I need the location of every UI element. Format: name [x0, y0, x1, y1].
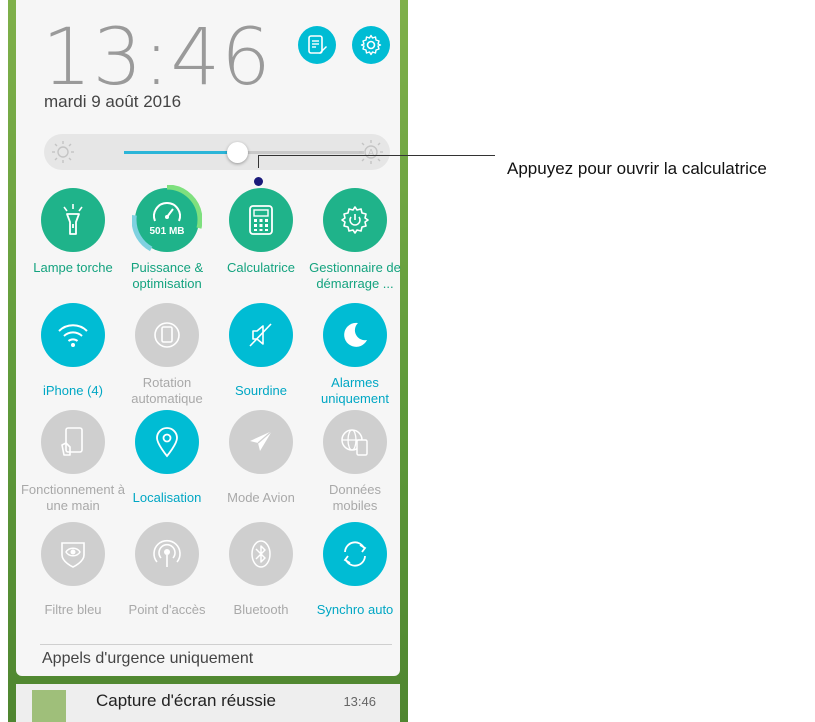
settings-gear-icon — [360, 34, 382, 56]
quick-settings-panel: 13:46 mardi 9 août 2016 A Lampe torche 5… — [16, 0, 402, 676]
brightness-fill — [124, 151, 237, 154]
tile-power-optimization[interactable]: 501 MB Puissance & optimisation — [120, 185, 214, 292]
callout-dot — [254, 177, 263, 186]
tile-circle — [323, 410, 387, 474]
tile-one-hand[interactable]: Fonctionnement à une main — [21, 410, 125, 514]
tile-circle — [41, 410, 105, 474]
tile-wifi[interactable]: iPhone (4) — [26, 303, 120, 399]
eye-shield-icon — [61, 542, 85, 568]
tile-circle — [323, 188, 387, 252]
brightness-track[interactable] — [124, 142, 364, 163]
tile-mobile-data[interactable]: Données mobiles — [308, 410, 402, 514]
globe-phone-icon — [341, 429, 368, 456]
tile-circle — [229, 188, 293, 252]
calculator-icon — [249, 205, 273, 235]
tile-label: Alarmes uniquement — [321, 375, 389, 406]
tile-label: Données mobiles — [328, 482, 382, 513]
tile-circle — [135, 522, 199, 586]
tile-startup-manager[interactable]: Gestionnaire de démarrage ... — [308, 188, 402, 292]
moon-icon — [344, 322, 367, 347]
tile-circle — [229, 303, 293, 367]
tile-label: Sourdine — [234, 383, 288, 398]
sun-icon — [50, 139, 76, 165]
tile-label: iPhone (4) — [43, 383, 103, 398]
tile-label: Synchro auto — [316, 602, 394, 617]
edit-button[interactable] — [298, 26, 336, 64]
tile-circle — [41, 188, 105, 252]
tile-label: Point d'accès — [128, 602, 206, 617]
divider — [40, 644, 392, 645]
tile-mute[interactable]: Sourdine — [214, 303, 308, 399]
tile-blue-filter[interactable]: Filtre bleu — [26, 522, 120, 618]
rotation-icon — [154, 322, 180, 348]
tile-circle — [41, 522, 105, 586]
tile-airplane-mode[interactable]: Mode Avion — [214, 410, 308, 506]
tile-label: Localisation — [132, 490, 202, 505]
brightness-knob[interactable] — [226, 142, 248, 163]
flashlight-icon — [63, 204, 83, 235]
callout-connector — [258, 155, 495, 168]
notification-time: 13:46 — [343, 694, 376, 709]
tile-label: Gestionnaire de démarrage ... — [309, 260, 401, 291]
tile-circle — [229, 522, 293, 586]
tile-flashlight[interactable]: Lampe torche — [26, 188, 120, 276]
gear-power-icon — [341, 206, 369, 234]
tile-circle — [135, 410, 199, 474]
mute-icon — [249, 323, 272, 347]
tile-label: Calculatrice — [227, 260, 295, 275]
tile-label: Lampe torche — [33, 260, 113, 275]
sync-icon — [343, 541, 367, 567]
tile-label: Rotation automatique — [131, 375, 203, 406]
callout-text: Appuyez pour ouvrir la calculatrice — [507, 159, 767, 178]
one-hand-icon — [61, 427, 83, 456]
phone-screen: 13:46 mardi 9 août 2016 A Lampe torche 5… — [8, 0, 408, 722]
power-value: 501 MB — [149, 226, 185, 237]
tile-circle — [229, 410, 293, 474]
tile-circle — [323, 522, 387, 586]
wifi-icon — [58, 324, 88, 347]
tile-label: Filtre bleu — [44, 602, 102, 617]
tile-circle: 501 MB — [132, 185, 202, 255]
hotspot-icon — [153, 539, 181, 567]
tile-alarms-only[interactable]: Alarmes uniquement — [308, 303, 402, 407]
settings-button[interactable] — [352, 26, 390, 64]
notification-thumbnail — [32, 690, 66, 722]
bluetooth-icon — [251, 540, 271, 568]
tile-calculator[interactable]: Calculatrice — [214, 188, 308, 276]
location-pin-icon — [156, 427, 178, 458]
tile-auto-rotation[interactable]: Rotation automatique — [120, 303, 214, 407]
tile-circle — [41, 303, 105, 367]
tile-location[interactable]: Localisation — [120, 410, 214, 506]
tile-hotspot[interactable]: Point d'accès — [120, 522, 214, 618]
tile-auto-sync[interactable]: Synchro auto — [308, 522, 402, 618]
tile-label: Puissance & optimisation — [130, 260, 204, 291]
tile-label: Fonctionnement à une main — [20, 482, 126, 513]
clock-time: 13:46 — [42, 13, 272, 103]
tile-bluetooth[interactable]: Bluetooth — [214, 522, 308, 618]
clock-date: mardi 9 août 2016 — [44, 92, 182, 111]
tile-label: Bluetooth — [233, 602, 289, 617]
notification-screenshot[interactable]: Capture d'écran réussie 13:46 — [16, 684, 400, 722]
edit-list-icon — [308, 35, 327, 54]
tile-circle — [135, 303, 199, 367]
tile-circle — [323, 303, 387, 367]
airplane-icon — [250, 430, 273, 451]
tile-label: Mode Avion — [227, 490, 295, 505]
notification-title: Capture d'écran réussie — [96, 691, 276, 710]
emergency-calls-text: Appels d'urgence uniquement — [42, 650, 254, 667]
